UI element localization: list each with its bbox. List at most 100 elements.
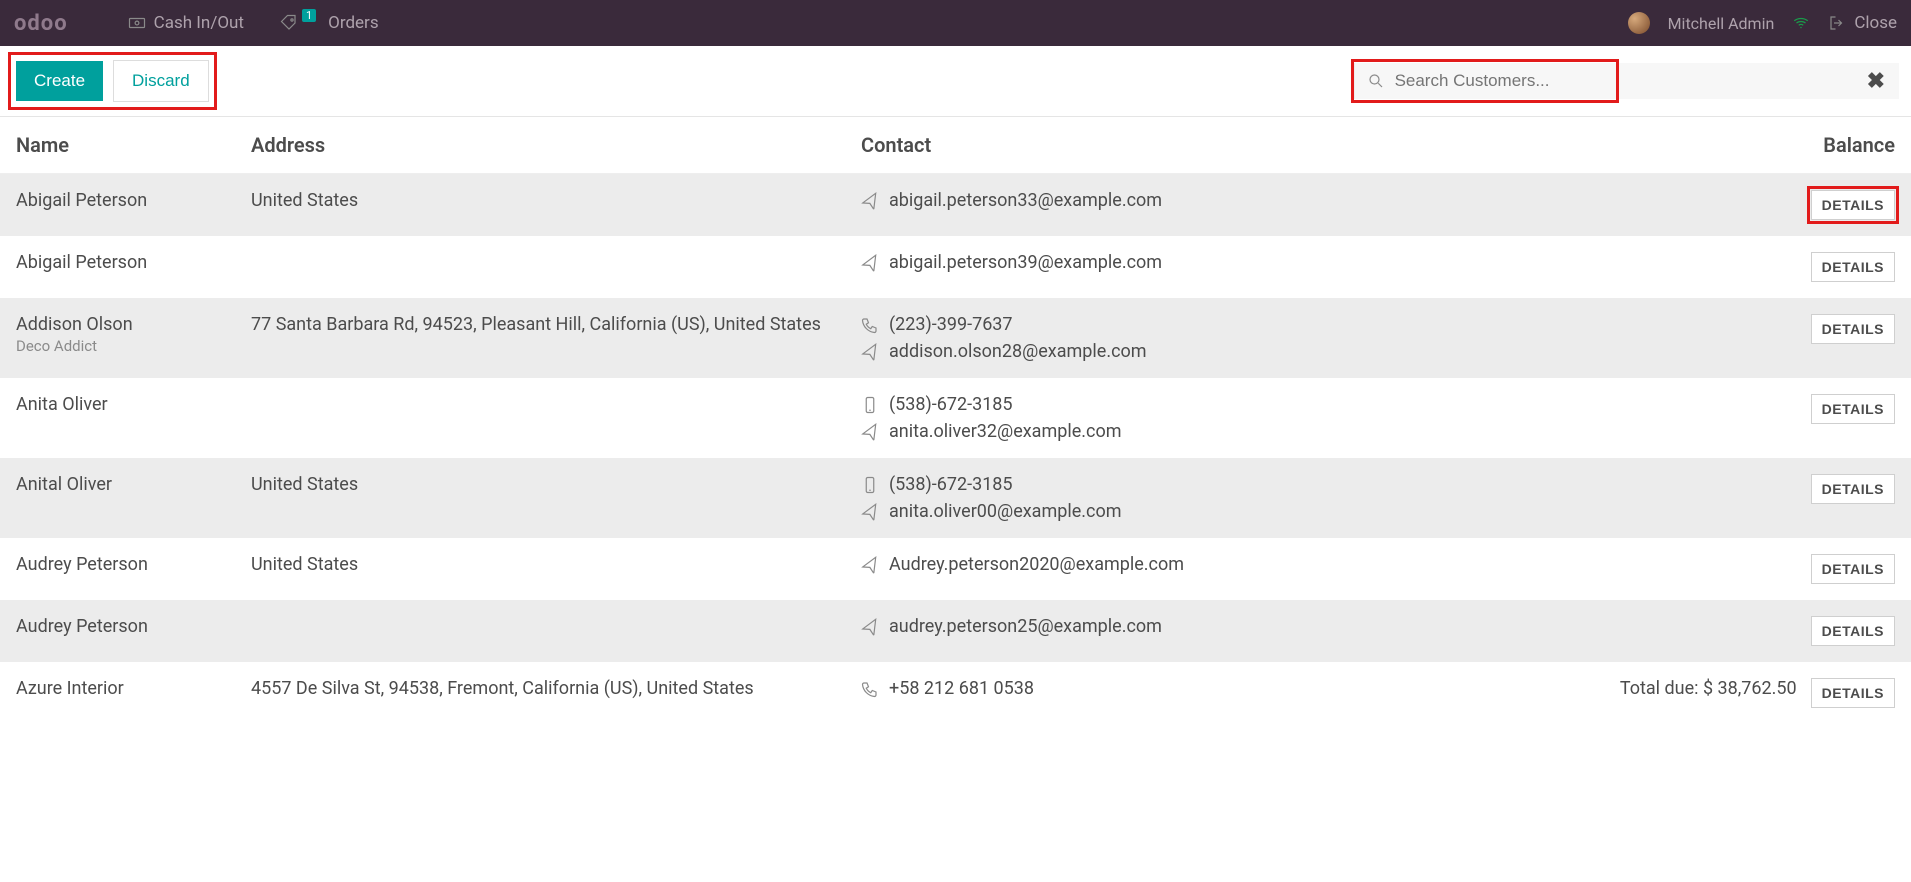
table-row[interactable]: Audrey PetersonUnited StatesAudrey.peter… xyxy=(0,538,1911,600)
customer-name-text: Audrey Peterson xyxy=(16,554,251,575)
details-button[interactable]: DETAILS xyxy=(1811,394,1895,424)
customer-name: Addison OlsonDeco Addict xyxy=(16,314,251,355)
cash-in-out-link[interactable]: Cash In/Out xyxy=(128,13,244,33)
discard-button[interactable]: Discard xyxy=(113,60,209,102)
details-button[interactable]: DETAILS xyxy=(1811,616,1895,646)
send-icon xyxy=(859,615,881,637)
close-label: Close xyxy=(1854,13,1897,33)
close-link[interactable]: Close xyxy=(1828,13,1897,33)
details-button[interactable]: DETAILS xyxy=(1811,554,1895,584)
customer-name: Anita Oliver xyxy=(16,394,251,415)
send-icon xyxy=(859,500,881,522)
send-icon xyxy=(859,189,881,211)
avatar[interactable] xyxy=(1628,12,1650,34)
balance-text: Total due: $ 38,762.50 xyxy=(1620,678,1797,699)
details-button[interactable]: DETAILS xyxy=(1811,314,1895,344)
details-button[interactable]: DETAILS xyxy=(1811,678,1895,708)
create-button[interactable]: Create xyxy=(16,61,103,101)
topbar: odoo Cash In/Out 1 Orders Mitchell Admin… xyxy=(0,0,1911,46)
user-name[interactable]: Mitchell Admin xyxy=(1668,14,1775,33)
cash-icon xyxy=(128,14,146,32)
phone-text: (538)-672-3185 xyxy=(889,474,1013,495)
col-balance: Balance xyxy=(1361,133,1895,157)
customer-address: United States xyxy=(251,190,861,211)
top-actions: Cash In/Out 1 Orders xyxy=(128,13,379,33)
customer-contact: (538)-672-3185 anita.oliver00@example.com xyxy=(861,474,1361,522)
table-row[interactable]: Abigail PetersonUnited States abigail.pet… xyxy=(0,174,1911,236)
customer-name: Abigail Peterson xyxy=(16,252,251,273)
customer-list: Abigail PetersonUnited Statesabigail.pet… xyxy=(0,174,1911,724)
mobile-icon xyxy=(861,476,879,494)
customer-contact: audrey.peterson25@example.com xyxy=(861,616,1361,637)
email-line: Audrey.peterson2020@example.com xyxy=(861,554,1361,575)
balance-col: DETAILS xyxy=(1361,616,1895,646)
send-icon xyxy=(859,553,881,575)
customer-name: Audrey Peterson xyxy=(16,554,251,575)
phone-line: (223)-399-7637 xyxy=(861,314,1361,335)
table-row[interactable]: Anita Oliver (538)-672-3185 anita.oliver32… xyxy=(0,378,1911,458)
customer-contact: abigail.peterson39@example.com xyxy=(861,252,1361,273)
create-discard-group: Create Discard xyxy=(12,56,213,106)
customer-name-text: Addison Olson xyxy=(16,314,251,335)
orders-label: Orders xyxy=(328,13,378,33)
customer-name: Audrey Peterson xyxy=(16,616,251,637)
phone-line: (538)-672-3185 xyxy=(861,474,1361,495)
tag-icon xyxy=(280,14,298,32)
details-button[interactable]: DETAILS xyxy=(1811,252,1895,282)
customer-name-text: Abigail Peterson xyxy=(16,252,251,273)
table-row[interactable]: Addison OlsonDeco Addict77 Santa Barbara… xyxy=(0,298,1911,378)
table-row[interactable]: Audrey Peterson audrey.peterson25@example… xyxy=(0,600,1911,662)
email-text: addison.olson28@example.com xyxy=(889,341,1147,362)
close-icon[interactable]: ✖ xyxy=(1867,69,1885,94)
col-contact: Contact xyxy=(861,133,1361,157)
email-text: Audrey.peterson2020@example.com xyxy=(889,554,1184,575)
email-text: abigail.peterson33@example.com xyxy=(889,190,1162,211)
signout-icon xyxy=(1828,14,1846,32)
topbar-right: Mitchell Admin Close xyxy=(1628,12,1897,34)
col-name: Name xyxy=(16,133,251,157)
phone-icon xyxy=(861,680,879,698)
wifi-icon xyxy=(1792,14,1810,32)
email-line: addison.olson28@example.com xyxy=(861,341,1361,362)
send-icon xyxy=(859,251,881,273)
email-line: audrey.peterson25@example.com xyxy=(861,616,1361,637)
phone-line: +58 212 681 0538 xyxy=(861,678,1361,699)
email-text: anita.oliver00@example.com xyxy=(889,501,1122,522)
phone-text: +58 212 681 0538 xyxy=(889,678,1034,699)
table-row[interactable]: Abigail Peterson abigail.peterson39@examp… xyxy=(0,236,1911,298)
customer-name-text: Azure Interior xyxy=(16,678,251,699)
logo: odoo xyxy=(14,11,68,36)
phone-text: (538)-672-3185 xyxy=(889,394,1013,415)
details-button[interactable]: DETAILS xyxy=(1811,474,1895,504)
customer-name-text: Anital Oliver xyxy=(16,474,251,495)
table-row[interactable]: Azure Interior4557 De Silva St, 94538, F… xyxy=(0,662,1911,724)
cash-in-out-label: Cash In/Out xyxy=(154,13,244,33)
send-icon xyxy=(859,420,881,442)
search-box[interactable] xyxy=(1355,63,1615,99)
phone-icon xyxy=(861,316,879,334)
search-input[interactable] xyxy=(1395,71,1603,91)
balance-col: DETAILS xyxy=(1361,314,1895,344)
customer-contact: Audrey.peterson2020@example.com xyxy=(861,554,1361,575)
toolbar-right: ✖ xyxy=(1354,63,1899,99)
customer-contact: (223)-399-7637 addison.olson28@example.co… xyxy=(861,314,1361,362)
email-line: anita.oliver32@example.com xyxy=(861,421,1361,442)
email-text: anita.oliver32@example.com xyxy=(889,421,1122,442)
customer-name-text: Audrey Peterson xyxy=(16,616,251,637)
email-text: abigail.peterson39@example.com xyxy=(889,252,1162,273)
customer-name: Abigail Peterson xyxy=(16,190,251,211)
customer-name: Anital Oliver xyxy=(16,474,251,495)
phone-text: (223)-399-7637 xyxy=(889,314,1013,335)
customer-contact: +58 212 681 0538 xyxy=(861,678,1361,699)
table-row[interactable]: Anital OliverUnited States(538)-672-3185… xyxy=(0,458,1911,538)
orders-link[interactable]: 1 Orders xyxy=(280,13,379,33)
toolbar: Create Discard ✖ xyxy=(0,46,1911,117)
details-button[interactable]: DETAILS xyxy=(1811,190,1895,220)
balance-col: Total due: $ 38,762.50 DETAILS xyxy=(1361,678,1895,708)
customer-name-text: Anita Oliver xyxy=(16,394,251,415)
email-line: abigail.peterson39@example.com xyxy=(861,252,1361,273)
search-icon xyxy=(1367,72,1385,90)
email-line: abigail.peterson33@example.com xyxy=(861,190,1361,211)
col-address: Address xyxy=(251,133,861,157)
customer-address: United States xyxy=(251,474,861,495)
